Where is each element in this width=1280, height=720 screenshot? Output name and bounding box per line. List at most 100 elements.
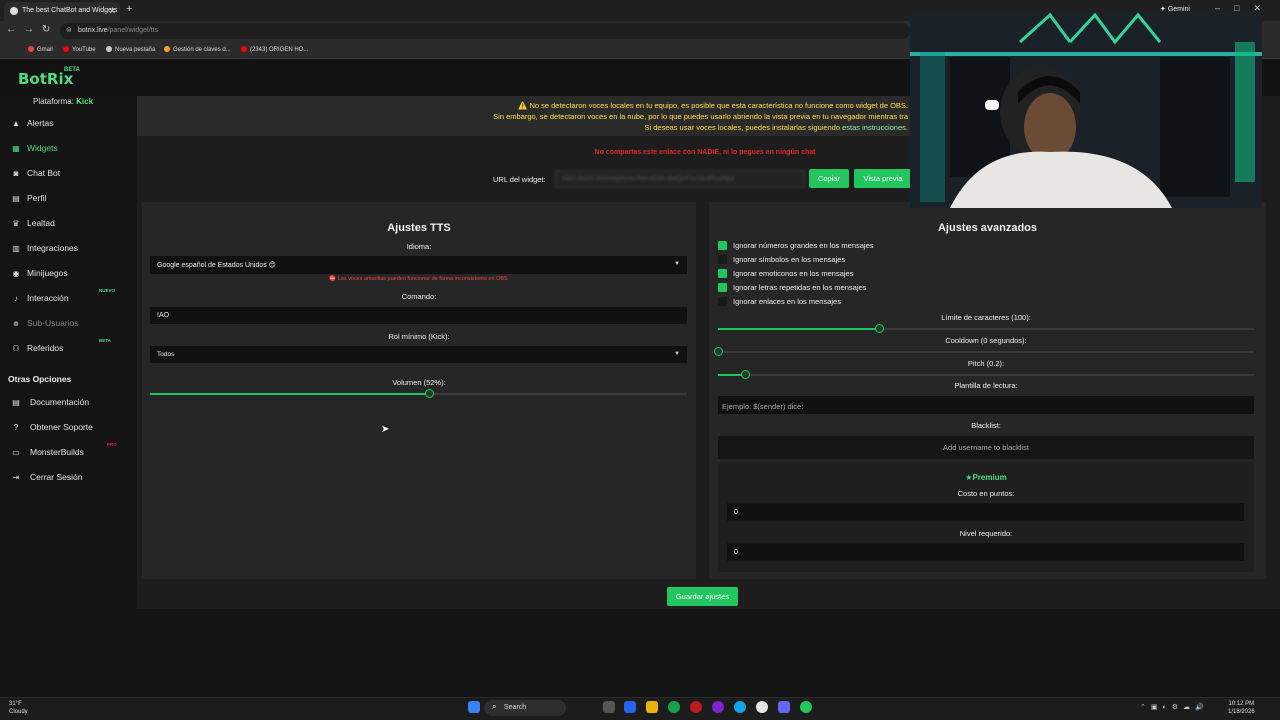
new-tab-button[interactable]: +	[126, 3, 132, 15]
bookmark-item[interactable]: (2343) ORIGEN HO...	[241, 46, 308, 53]
app-icon[interactable]	[690, 701, 702, 713]
sidebar-item-monsterbuilds[interactable]: ▭ MonsterBuilds PRO	[11, 442, 117, 457]
checkbox-box[interactable]	[718, 241, 727, 250]
taskbar-search[interactable]: ⌕ Search	[484, 700, 566, 716]
premium-label: ★Premium	[965, 473, 1007, 482]
checkbox-box[interactable]	[718, 283, 727, 292]
taskbar	[0, 697, 1280, 720]
sidebar-badge: PRO	[107, 442, 117, 447]
windows-start-icon[interactable]	[468, 701, 480, 713]
sidebar-item-documentaci-n[interactable]: ▤ Documentación	[11, 397, 89, 407]
sidebar-item-integraciones[interactable]: ▥ Integraciones	[11, 243, 131, 259]
sidebar-item-lealtad[interactable]: ♛ Lealtad	[11, 218, 131, 234]
sidebar-item-chat-bot[interactable]: ◙ Chat Bot	[11, 168, 131, 184]
bookmark-item[interactable]: Gmail	[28, 46, 53, 53]
notice-line-2: Sin embargo, se detectaron voces en la n…	[493, 112, 908, 121]
trophy-icon: ♛	[12, 219, 20, 228]
browser-tab[interactable]: The best ChatBot and Widgets ✕	[4, 2, 120, 21]
blacklist-input[interactable]: Add username to blacklist	[718, 436, 1254, 459]
widget-url-field[interactable]: https://botrix.live/widgets/tts?bid=KD3h…	[555, 170, 805, 188]
pitch-slider-thumb[interactable]	[740, 370, 750, 379]
chrome-icon[interactable]	[668, 701, 680, 713]
copy-button[interactable]: Copiar	[809, 169, 849, 188]
tab-title: The best ChatBot and Widgets	[22, 7, 118, 14]
mouse-cursor-icon: ➤	[381, 424, 390, 435]
warning-icon: ▲	[12, 119, 20, 128]
webcam-image	[910, 12, 1262, 208]
cost-input[interactable]: 0	[727, 503, 1244, 521]
volume-slider[interactable]	[150, 389, 687, 398]
pitch-label: Pitch (0.2):	[967, 359, 1005, 368]
role-select[interactable]: Todos ▼	[150, 346, 687, 363]
other-options-title: Otras Opciones	[8, 374, 72, 384]
logout-icon: ⇥	[12, 473, 20, 482]
bookmark-favicon-icon	[241, 46, 247, 52]
grid-icon: ▦	[12, 144, 20, 153]
platform-indicator: Plataforma: Kick	[33, 97, 93, 106]
level-input[interactable]: 0	[727, 543, 1244, 561]
checkbox-box[interactable]	[718, 297, 727, 306]
platform-value: Kick	[76, 97, 94, 106]
app-icon[interactable]	[712, 701, 724, 713]
referral-icon: ⚇	[12, 344, 20, 353]
url-input[interactable]: ⊜ botrix.live/panel/widget/tts	[60, 23, 910, 39]
sidebar-item-obtener-soporte[interactable]: ? Obtener Soporte	[11, 422, 93, 432]
sidebar-item-alertas[interactable]: ▲ Alertas	[11, 118, 131, 134]
users-icon: ☻	[11, 319, 21, 328]
checkbox-box[interactable]	[718, 255, 727, 264]
bookmark-favicon-icon	[28, 46, 34, 52]
bookmark-item[interactable]: YouTube	[63, 46, 96, 53]
pitch-slider[interactable]	[718, 370, 1254, 379]
file-explorer-icon[interactable]	[646, 701, 658, 713]
music-icon: ♪	[14, 294, 18, 303]
copilot-icon[interactable]	[624, 701, 636, 713]
char-limit-label: Límite de caracteres (100):	[941, 313, 1031, 322]
preview-button[interactable]: Vista previa	[854, 169, 912, 188]
id-card-icon: ▤	[12, 194, 20, 203]
bookmark-item[interactable]: Gestión de claves d...	[164, 46, 231, 53]
sidebar	[0, 96, 137, 720]
weather-widget[interactable]: 31°F Cloudy	[9, 700, 28, 716]
role-label: Rol mínimo (Kick):	[388, 332, 450, 341]
chevron-down-icon: ▼	[674, 261, 680, 267]
char-limit-slider[interactable]	[718, 324, 1254, 333]
app-icon[interactable]	[756, 701, 768, 713]
close-tab-icon[interactable]: ✕	[108, 6, 116, 17]
sidebar-item-interacci-n[interactable]: ♪ Interacción NUEVO	[11, 288, 131, 309]
sidebar-item-perfil[interactable]: ▤ Perfil	[11, 193, 131, 209]
spotify-icon[interactable]	[800, 701, 812, 713]
command-input[interactable]: !AO	[150, 307, 687, 324]
checkbox-box[interactable]	[718, 269, 727, 278]
instructions-link[interactable]: estas instrucciones	[842, 123, 906, 132]
system-tray[interactable]: ⌃▣◐⚙☁🔊	[1140, 703, 1209, 711]
sidebar-item-sub-usuarios[interactable]: ☻ Sub-Usuarios	[11, 318, 131, 334]
help-icon: ?	[13, 423, 19, 432]
bookmark-item[interactable]: Nueva pestaña	[106, 46, 155, 53]
cooldown-slider-thumb[interactable]	[714, 347, 723, 356]
tab-favicon-icon	[10, 7, 18, 15]
sidebar-item-minijuegos[interactable]: ◉ Minijuegos	[11, 268, 131, 284]
language-select[interactable]: Google español de Estados Unidos 😊 ▼	[150, 256, 687, 274]
widget-url-label: URL del widget:	[493, 175, 546, 184]
discord-icon[interactable]	[778, 701, 790, 713]
sidebar-item-cerrar-sesi-n[interactable]: ⇥ Cerrar Sesión	[11, 472, 83, 482]
sidebar-badge: NUEVO	[99, 288, 116, 293]
book-icon: ▤	[12, 398, 20, 407]
bookmark-favicon-icon	[164, 46, 170, 52]
sidebar-item-widgets[interactable]: ▦ Widgets	[11, 143, 131, 159]
char-limit-slider-thumb[interactable]	[874, 324, 884, 333]
edge-icon[interactable]	[734, 701, 746, 713]
language-label: Idioma:	[406, 242, 432, 251]
task-view-icon[interactable]	[603, 701, 615, 713]
webcam-overlay	[910, 12, 1262, 208]
template-input[interactable]: Ejemplo: $(sender) dice:	[718, 396, 1254, 414]
nav-buttons[interactable]: ←→↻	[6, 24, 58, 35]
cooldown-label: Cooldown (0 segundos):	[945, 336, 1027, 345]
site-info-icon[interactable]: ⊜	[66, 26, 72, 34]
sidebar-item-referidos[interactable]: ⚇ Referidos BETA	[11, 338, 131, 359]
taskbar-clock[interactable]: 10:12 PM 1/18/2026	[1228, 700, 1255, 716]
save-settings-button[interactable]: Guardar ajustes	[667, 587, 738, 606]
logo-beta-badge: BETA	[64, 67, 80, 73]
volume-slider-fill	[150, 393, 430, 395]
cooldown-slider[interactable]	[714, 347, 1254, 356]
